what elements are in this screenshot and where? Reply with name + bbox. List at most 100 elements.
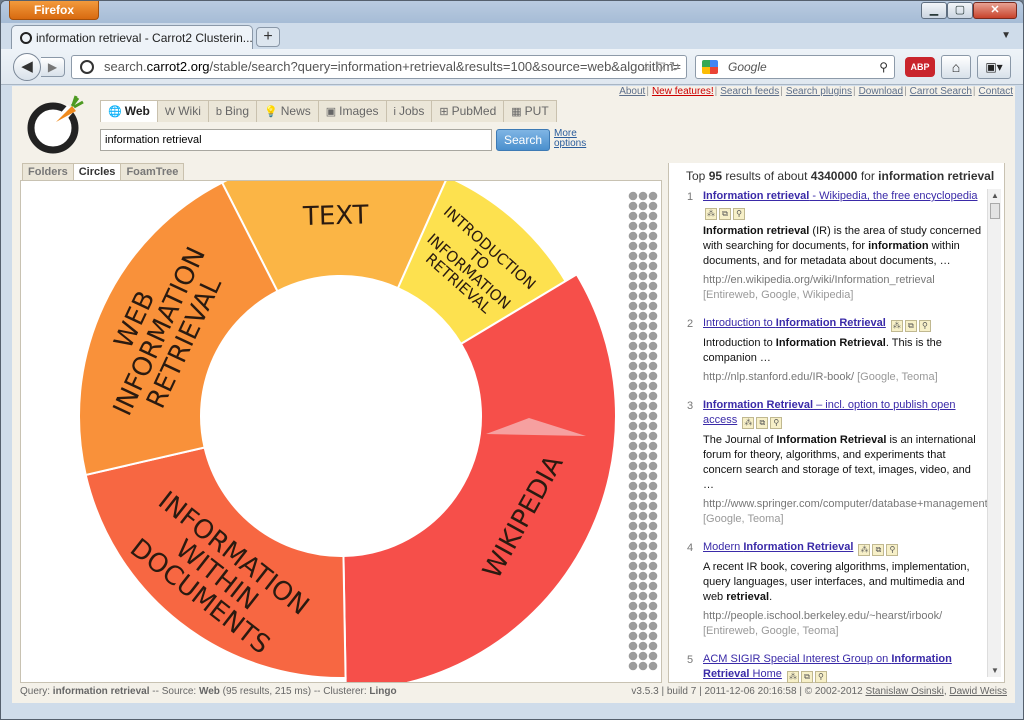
top-link-about[interactable]: About [619,86,645,97]
top-link-download[interactable]: Download [859,86,903,97]
author-link-2[interactable]: Dawid Weiss [949,686,1007,697]
carrot2-logo-icon[interactable] [26,92,90,154]
document-dot[interactable] [648,601,658,611]
preview-search-icon[interactable]: ⚲ [814,671,827,683]
document-dot[interactable] [648,661,658,671]
document-dot[interactable] [628,511,638,521]
document-dot[interactable] [648,261,658,271]
document-dot[interactable] [628,541,638,551]
site-identity-icon[interactable] [80,60,94,74]
results-scrollbar[interactable]: ▲ ▼ [987,189,1001,677]
list-all-tabs-icon[interactable]: ▼ [1001,30,1011,41]
document-dot[interactable] [638,591,648,601]
document-dot[interactable] [638,271,648,281]
document-dot[interactable] [648,311,658,321]
document-dot[interactable] [628,251,638,261]
document-dot[interactable] [628,301,638,311]
document-dot[interactable] [648,381,658,391]
document-dot[interactable] [638,531,648,541]
document-dot[interactable] [628,461,638,471]
document-dot[interactable] [628,391,638,401]
document-dot[interactable] [638,331,648,341]
document-dot[interactable] [628,431,638,441]
home-icon[interactable]: ⌂ [941,55,971,79]
document-dot[interactable] [638,341,648,351]
document-dot[interactable] [638,241,648,251]
scroll-thumb[interactable] [990,203,1000,219]
open-new-window-icon[interactable]: ⧉ [872,544,885,556]
source-tab-web[interactable]: 🌐 Web [100,100,158,122]
result-title-rest[interactable]: Home [749,668,782,680]
source-tab-wiki[interactable]: W Wiki [156,100,209,122]
document-dot[interactable] [648,321,658,331]
scroll-up-icon[interactable]: ▲ [991,191,999,200]
show-in-clusters-icon[interactable]: ⁂ [705,208,717,220]
document-dot[interactable] [638,501,648,511]
document-dot[interactable] [648,441,658,451]
top-link-carrot-search[interactable]: Carrot Search [910,86,972,97]
search-icon[interactable]: ⚲ [879,56,888,78]
address-bar[interactable]: search.carrot2.org/stable/search?query=i… [71,55,687,79]
document-dot[interactable] [648,301,658,311]
document-dot[interactable] [648,271,658,281]
document-dot[interactable] [638,321,648,331]
document-dot[interactable] [638,461,648,471]
top-link-new-features[interactable]: New features! [652,86,714,97]
document-dot[interactable] [648,361,658,371]
document-dot[interactable] [628,501,638,511]
document-dot[interactable] [638,291,648,301]
document-dot[interactable] [638,601,648,611]
source-tab-images[interactable]: ▣ Images [317,100,387,122]
document-dot[interactable] [648,561,658,571]
document-dot[interactable] [638,481,648,491]
back-button[interactable]: ◀ [13,53,41,81]
document-dot[interactable] [648,491,658,501]
document-dot[interactable] [628,481,638,491]
document-dot[interactable] [648,461,658,471]
document-dot[interactable] [648,591,658,601]
document-dot[interactable] [628,361,638,371]
document-dot[interactable] [628,231,638,241]
document-dot[interactable] [628,631,638,641]
document-dot[interactable] [638,651,648,661]
document-dot[interactable] [638,421,648,431]
adblock-icon[interactable]: ABP [905,57,935,77]
preview-search-icon[interactable]: ⚲ [733,208,745,220]
tab-foamtree[interactable]: FoamTree [120,163,185,181]
author-link-1[interactable]: Stanislaw Osinski [865,686,943,697]
document-dot[interactable] [638,231,648,241]
result-title-bold[interactable]: Information Retrieval [776,317,886,329]
cluster-segment[interactable] [342,272,617,682]
search-button[interactable]: Search [496,129,550,151]
document-dot[interactable] [628,491,638,501]
bookmark-star-icon[interactable]: ☆ [640,59,652,74]
close-window-button[interactable]: ✕ [973,2,1017,19]
document-dot[interactable] [628,201,638,211]
document-dot[interactable] [638,541,648,551]
document-dot[interactable] [648,211,658,221]
minimize-button[interactable]: ▁ [921,2,947,19]
cluster-label[interactable]: TEXT [302,200,369,232]
document-dot[interactable] [638,491,648,501]
document-dot[interactable] [638,311,648,321]
document-dot[interactable] [628,561,638,571]
document-dot[interactable] [628,571,638,581]
result-title-link[interactable]: Information Retrieval – incl. option to … [703,399,956,426]
document-dot[interactable] [628,281,638,291]
source-tab-put[interactable]: ▦ PUT [503,100,557,122]
document-dot[interactable] [628,291,638,301]
result-title-bold[interactable]: Information Retrieval [703,399,813,411]
show-in-clusters-icon[interactable]: ⁂ [742,417,755,429]
result-title-bold[interactable]: Information Retrieval [743,541,853,553]
document-dot[interactable] [638,391,648,401]
document-dot[interactable] [638,641,648,651]
document-dot[interactable] [628,451,638,461]
open-new-window-icon[interactable]: ⧉ [800,671,813,683]
document-dot[interactable] [628,261,638,271]
document-dot[interactable] [648,291,658,301]
document-dot[interactable] [648,371,658,381]
document-dot[interactable] [648,421,658,431]
result-title-pre[interactable]: Introduction to [703,317,776,329]
document-dot[interactable] [638,621,648,631]
tab-folders[interactable]: Folders [22,163,74,181]
